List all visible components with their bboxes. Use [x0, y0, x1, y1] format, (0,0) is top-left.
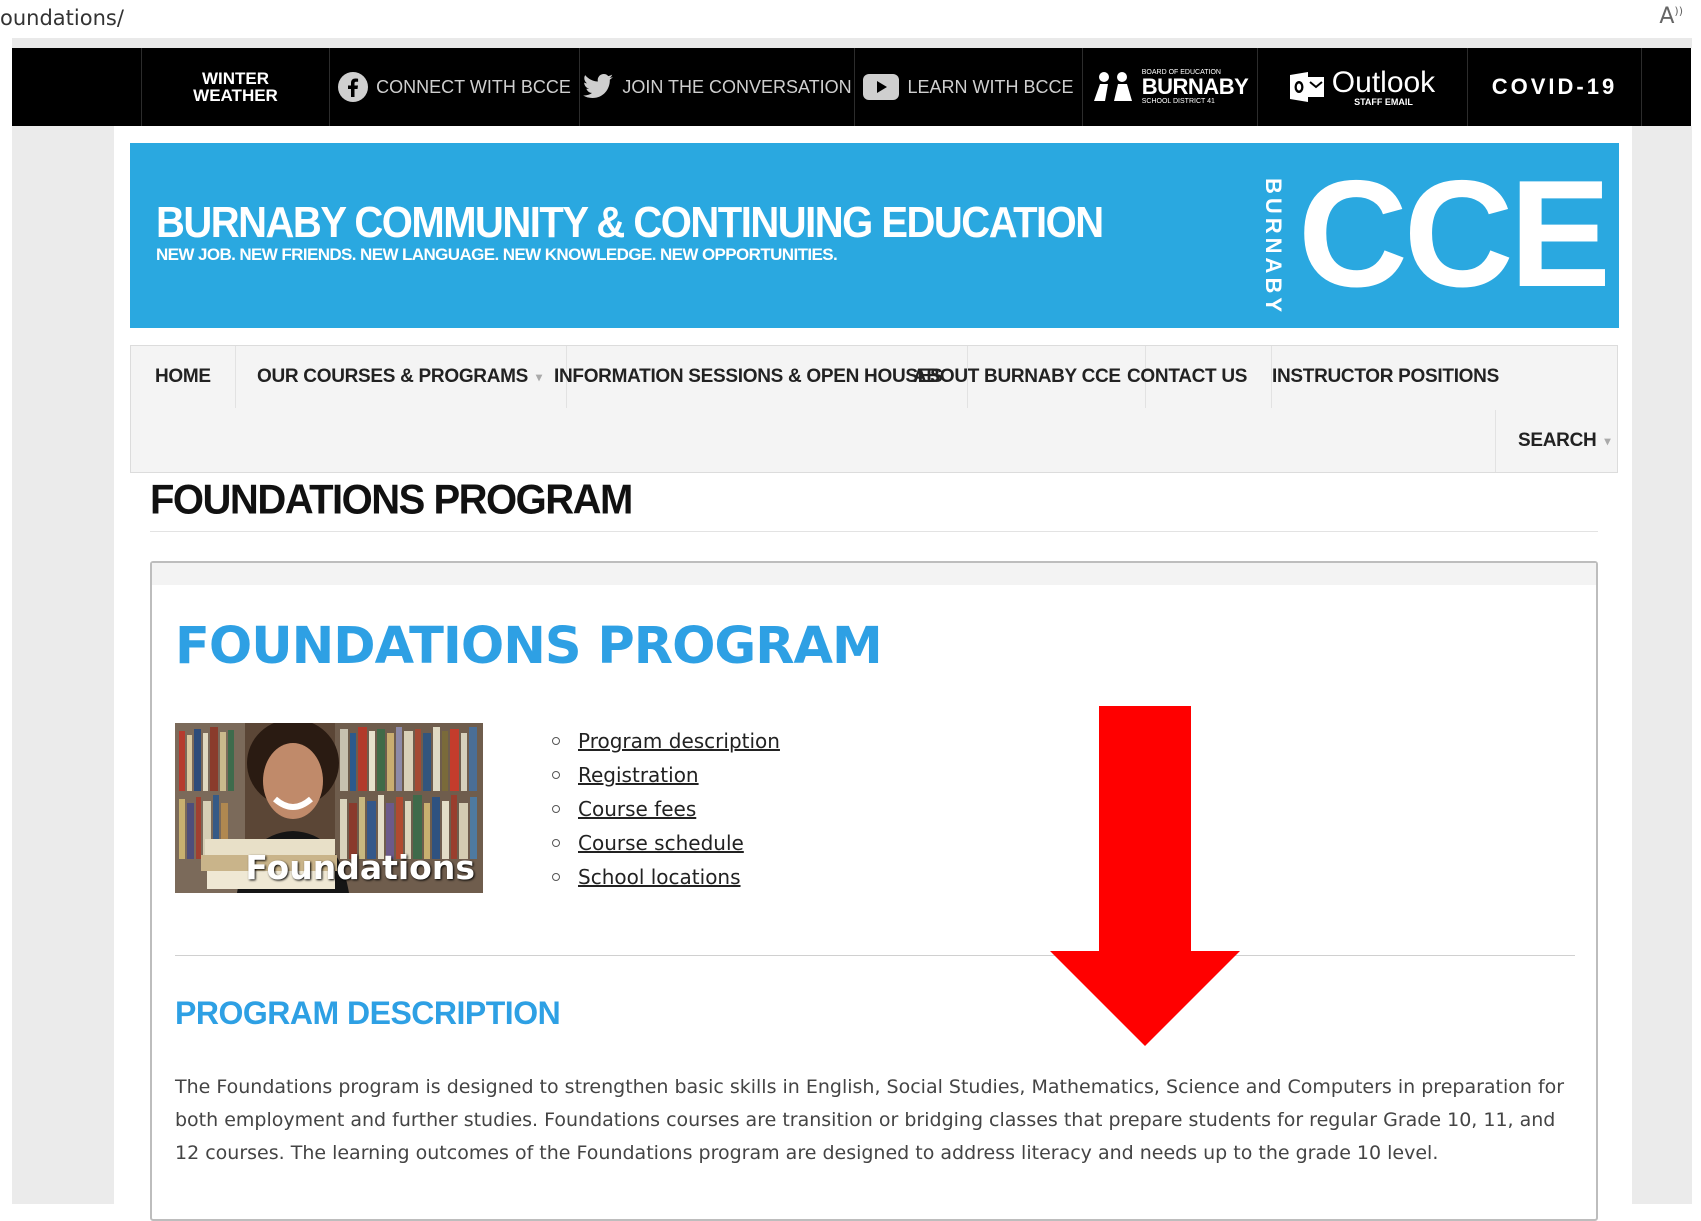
winter-line-2: WEATHER — [193, 86, 278, 105]
list-item: Course schedule — [552, 831, 780, 865]
panel-header-shade — [152, 563, 1596, 585]
burnaby-sub: SCHOOL DISTRICT 41 — [1141, 98, 1215, 105]
join-label: JOIN THE CONVERSATION — [622, 76, 852, 97]
burnaby-logo-icon — [1092, 71, 1134, 103]
page-margin-right — [1632, 126, 1692, 1204]
link-school-locations[interactable]: School locations — [578, 865, 741, 889]
banner-vertical-word: BURNABY — [1261, 178, 1286, 316]
list-item: Registration — [552, 763, 780, 797]
nav-contact[interactable]: CONTACT US — [1103, 346, 1273, 408]
nav-search[interactable]: SEARCH ▾ — [1495, 410, 1622, 472]
outlook-icon — [1289, 72, 1324, 102]
foundations-image: Foundations — [175, 723, 483, 893]
address-bar[interactable]: oundations/ A)) — [0, 0, 1701, 38]
site-tagline: NEW JOB. NEW FRIENDS. NEW LANGUAGE. NEW … — [156, 245, 838, 264]
toolbar-divider — [12, 38, 1692, 48]
outlook-staff-email-link[interactable]: Outlook STAFF EMAIL — [1257, 48, 1467, 126]
youtube-icon — [863, 74, 900, 100]
title-divider — [150, 531, 1598, 532]
link-course-fees[interactable]: Course fees — [578, 797, 696, 821]
link-program-description[interactable]: Program description — [578, 729, 780, 753]
winter-weather-link[interactable]: WINTER WEATHER — [141, 48, 329, 126]
bullet-icon — [552, 839, 560, 847]
connect-with-bcce-link[interactable]: CONNECT WITH BCCE — [329, 48, 579, 126]
section-links: Program description Registration Course … — [552, 729, 780, 899]
bullet-icon — [552, 737, 560, 745]
bullet-icon — [552, 873, 560, 881]
bullet-icon — [552, 805, 560, 813]
nav-about-label: ABOUT BURNABY CCE — [913, 366, 1121, 387]
content-heading: FOUNDATIONS PROGRAM — [175, 617, 883, 676]
page-margin-left — [12, 126, 114, 1204]
content-divider — [175, 955, 1575, 956]
join-conversation-link[interactable]: JOIN THE CONVERSATION — [579, 48, 854, 126]
link-course-schedule[interactable]: Course schedule — [578, 831, 744, 855]
chevron-down-icon: ▾ — [1604, 434, 1611, 448]
nav-home[interactable]: HOME — [131, 346, 236, 408]
nav-courses[interactable]: OUR COURSES & PROGRAMS ▾ — [233, 346, 567, 408]
nav-instructor-label: INSTRUCTOR POSITIONS — [1272, 366, 1499, 387]
section-heading: PROGRAM DESCRIPTION — [175, 995, 561, 1031]
nav-home-label: HOME — [155, 366, 211, 387]
covid-19-link[interactable]: COVID-19 — [1467, 48, 1642, 126]
red-down-arrow-icon — [1050, 706, 1240, 1050]
nav-courses-label: OUR COURSES & PROGRAMS — [257, 366, 529, 387]
main-nav: HOME OUR COURSES & PROGRAMS ▾ INFORMATION… — [130, 345, 1618, 473]
reader-view-icon[interactable]: A)) — [1659, 4, 1683, 29]
winter-line-1: WINTER — [201, 69, 270, 88]
cce-logo: CCE — [1298, 149, 1611, 319]
url-text[interactable]: oundations/ — [0, 6, 124, 30]
nav-search-label: SEARCH — [1518, 430, 1597, 451]
outlook-label: Outlook — [1331, 65, 1436, 99]
list-item: Program description — [552, 729, 780, 763]
site-banner[interactable]: BURNABY COMMUNITY & CONTINUING EDUCATION… — [130, 143, 1619, 328]
list-item: Course fees — [552, 797, 780, 831]
facebook-icon — [338, 72, 369, 102]
connect-label: CONNECT WITH BCCE — [376, 76, 571, 97]
image-caption: Foundations — [245, 848, 475, 887]
nav-info-label: INFORMATION SESSIONS & OPEN HOUSES — [554, 366, 943, 387]
learn-with-bcce-link[interactable]: LEARN WITH BCCE — [854, 48, 1082, 126]
program-description-text: The Foundations program is designed to s… — [175, 1076, 1565, 1164]
twitter-icon — [582, 74, 614, 100]
nav-contact-label: CONTACT US — [1127, 366, 1248, 387]
top-links-bar: WINTER WEATHER CONNECT WITH BCCE JOIN TH… — [12, 48, 1691, 126]
burnaby-sd41-link[interactable]: BOARD OF EDUCATION BURNABY SCHOOL DISTRI… — [1082, 48, 1257, 126]
content-panel: FOUNDATIONS PROGRAM Foundations Program … — [150, 561, 1598, 1221]
learn-label: LEARN WITH BCCE — [907, 76, 1074, 97]
link-registration[interactable]: Registration — [578, 763, 699, 787]
burnaby-big: BURNABY — [1141, 74, 1249, 99]
list-item: School locations — [552, 865, 780, 899]
nav-instructor-positions[interactable]: INSTRUCTOR POSITIONS — [1248, 346, 1523, 408]
bullet-icon — [552, 771, 560, 779]
site-title: BURNABY COMMUNITY & CONTINUING EDUCATION — [156, 199, 1104, 247]
outlook-sub: STAFF EMAIL — [1354, 96, 1413, 107]
page-title: FOUNDATIONS PROGRAM — [150, 476, 633, 524]
